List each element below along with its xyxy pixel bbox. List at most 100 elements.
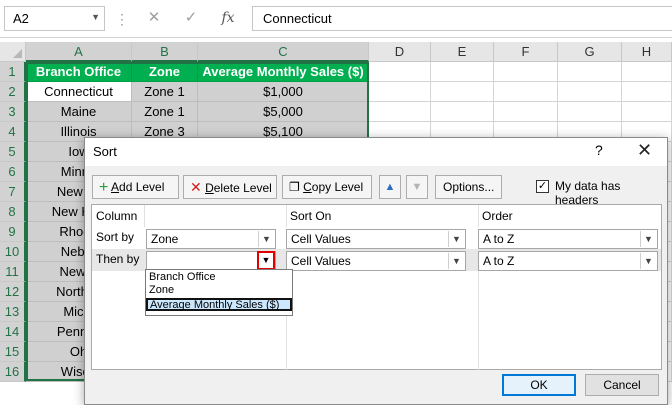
empty-cell[interactable] <box>369 62 431 82</box>
formula-input[interactable]: Connecticut <box>252 6 672 31</box>
delete-level-label: Delete Level <box>205 181 272 195</box>
dialog-title: Sort <box>93 144 117 159</box>
row-header-2[interactable]: 2 <box>0 82 26 102</box>
empty-cell[interactable] <box>431 82 494 102</box>
row-header-4[interactable]: 4 <box>0 122 26 142</box>
order-select[interactable]: A to Z ▼ <box>478 229 658 249</box>
sort-by-label: Sort by <box>96 230 135 244</box>
sort-by-column-value: Zone <box>151 232 179 246</box>
empty-cell[interactable] <box>369 82 431 102</box>
empty-cell[interactable] <box>369 102 431 122</box>
column-header-a[interactable]: A <box>26 42 132 62</box>
dropdown-option-average-monthly-sales[interactable]: Average Monthly Sales ($) <box>146 298 292 311</box>
row-header-15[interactable]: 15 <box>0 342 26 362</box>
column-header-d[interactable]: D <box>369 42 431 62</box>
table-cell[interactable]: Zone 1 <box>132 82 198 102</box>
chevron-down-icon[interactable]: ▼ <box>640 253 656 269</box>
table-header-cell[interactable]: Average Monthly Sales ($) <box>198 62 369 82</box>
row-header-8[interactable]: 8 <box>0 202 26 222</box>
empty-cell[interactable] <box>622 82 672 102</box>
chevron-down-icon[interactable]: ▼ <box>448 231 464 247</box>
empty-cell[interactable] <box>622 102 672 122</box>
dropdown-option-zone[interactable]: Zone <box>148 284 174 297</box>
then-by-sort-on-value: Cell Values <box>291 254 351 268</box>
table-cell[interactable]: $5,000 <box>198 102 369 122</box>
then-by-label: Then by <box>96 252 140 266</box>
chevron-down-icon[interactable]: ▼ <box>257 251 275 270</box>
empty-cell[interactable] <box>558 82 622 102</box>
row-header-9[interactable]: 9 <box>0 222 26 242</box>
row-header-12[interactable]: 12 <box>0 282 26 302</box>
help-icon[interactable]: ? <box>595 142 603 158</box>
divider <box>144 205 145 227</box>
chevron-down-icon[interactable]: ▼ <box>91 12 100 22</box>
sort-on-select[interactable]: Cell Values ▼ <box>286 229 466 249</box>
chevron-down-icon[interactable]: ▼ <box>448 253 464 269</box>
close-icon[interactable]: ✕ <box>637 140 652 161</box>
empty-cell[interactable] <box>431 62 494 82</box>
empty-cell[interactable] <box>558 62 622 82</box>
insert-function-icon[interactable]: fx <box>217 8 239 28</box>
empty-cell[interactable] <box>494 82 558 102</box>
sort-by-column-select[interactable]: Zone ▼ <box>146 229 276 249</box>
then-by-level-row[interactable]: Then by ▼ Cell Values ▼ A to Z ▼ <box>92 249 661 271</box>
row-header-3[interactable]: 3 <box>0 102 26 122</box>
table-cell[interactable]: Zone 1 <box>132 102 198 122</box>
move-down-button[interactable]: ▼ <box>406 175 428 199</box>
chevron-down-icon[interactable]: ▼ <box>258 231 274 247</box>
row-header-1[interactable]: 1 <box>0 62 26 82</box>
select-all-corner[interactable] <box>0 42 26 62</box>
empty-cell[interactable] <box>431 102 494 122</box>
formula-bar-grip-icon: ⋮ <box>115 11 129 27</box>
table-cell[interactable]: $1,000 <box>198 82 369 102</box>
row-header-5[interactable]: 5 <box>0 142 26 162</box>
move-up-button[interactable]: ▲ <box>379 175 401 199</box>
table-header-cell[interactable]: Zone <box>132 62 198 82</box>
sort-on-value: Cell Values <box>291 232 351 246</box>
column-header-e[interactable]: E <box>431 42 494 62</box>
row-header-10[interactable]: 10 <box>0 242 26 262</box>
empty-cell[interactable] <box>494 102 558 122</box>
checkmark-icon: ✓ <box>537 180 548 192</box>
column-header-h[interactable]: H <box>622 42 672 62</box>
add-level-label: Add Level <box>111 180 165 194</box>
enter-icon[interactable]: ✓ <box>180 8 202 28</box>
cancel-button[interactable]: Cancel <box>585 374 659 396</box>
then-by-order-select[interactable]: A to Z ▼ <box>478 251 658 271</box>
name-box[interactable]: A2 ▼ <box>4 6 105 31</box>
row-header-11[interactable]: 11 <box>0 262 26 282</box>
my-data-has-headers-checkbox[interactable]: ✓ <box>536 180 549 193</box>
dialog-titlebar: Sort ? ✕ <box>85 138 667 166</box>
column-header-g[interactable]: G <box>558 42 622 62</box>
column-header-f[interactable]: F <box>494 42 558 62</box>
options-button[interactable]: Options... <box>435 175 502 199</box>
row-header-13[interactable]: 13 <box>0 302 26 322</box>
row-header-14[interactable]: 14 <box>0 322 26 342</box>
column-header-b[interactable]: B <box>132 42 198 62</box>
excel-window: A2 ▼ ⋮ ✕ ✓ fx Connecticut ABCDEFGH123456… <box>0 0 672 405</box>
copy-level-button[interactable]: ❐ Copy Level <box>282 175 372 199</box>
then-by-order-value: A to Z <box>483 254 515 268</box>
plus-icon: + <box>99 179 109 196</box>
delete-level-button[interactable]: ✕ Delete Level <box>183 175 277 199</box>
order-header: Order <box>482 209 513 223</box>
table-cell[interactable]: Connecticut <box>26 82 132 102</box>
chevron-down-icon[interactable]: ▼ <box>640 231 656 247</box>
add-level-button[interactable]: + Add Level <box>92 175 179 199</box>
arrow-up-icon: ▲ <box>384 181 396 193</box>
table-cell[interactable]: Maine <box>26 102 132 122</box>
row-header-6[interactable]: 6 <box>0 162 26 182</box>
column-header-c[interactable]: C <box>198 42 369 62</box>
ok-button[interactable]: OK <box>502 374 576 396</box>
row-header-16[interactable]: 16 <box>0 362 26 382</box>
then-by-column-select[interactable]: ▼ <box>146 251 276 271</box>
dropdown-option-branch-office[interactable]: Branch Office <box>148 271 215 284</box>
empty-cell[interactable] <box>622 62 672 82</box>
cancel-icon[interactable]: ✕ <box>143 8 165 28</box>
row-header-7[interactable]: 7 <box>0 182 26 202</box>
then-by-sort-on-select[interactable]: Cell Values ▼ <box>286 251 466 271</box>
table-header-cell[interactable]: Branch Office <box>26 62 132 82</box>
empty-cell[interactable] <box>494 62 558 82</box>
empty-cell[interactable] <box>558 102 622 122</box>
sort-level-row[interactable]: Sort by Zone ▼ Cell Values ▼ A to Z ▼ <box>92 227 661 249</box>
